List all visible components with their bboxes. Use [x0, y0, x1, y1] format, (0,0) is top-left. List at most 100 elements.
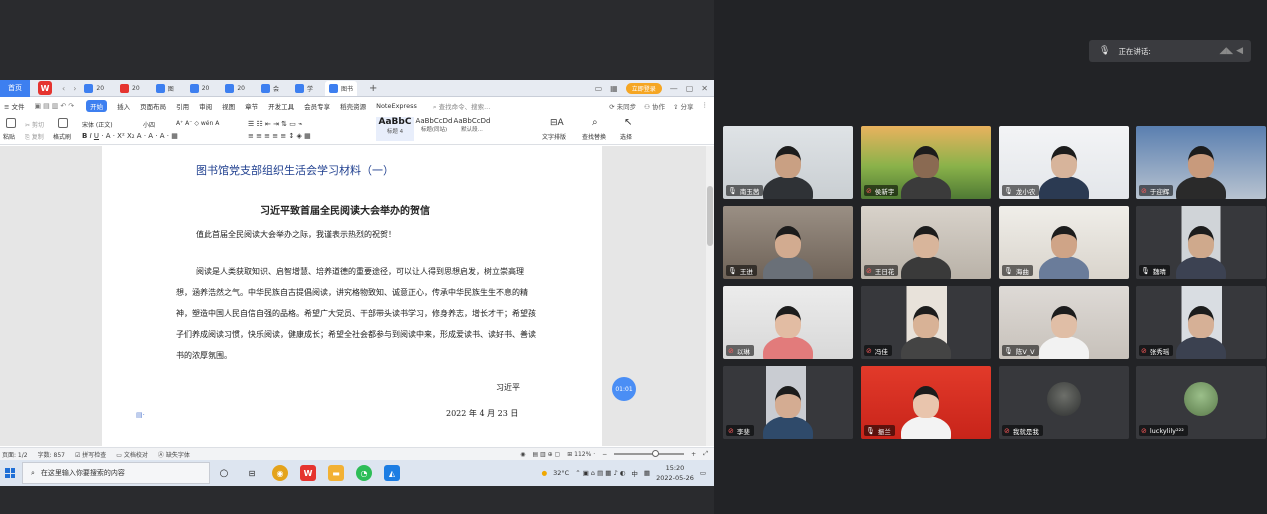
text-format-buttons[interactable]: B I U · A · X² X₂ A · A · A · ▦ [82, 132, 178, 140]
doc-tab-active[interactable]: 图书 [325, 80, 358, 96]
participant-tile[interactable]: 🎙 龙小农 [999, 126, 1129, 199]
paragraph-handle-icon[interactable]: ▤· [136, 411, 145, 419]
menu-page-layout[interactable]: 页面布局 [140, 101, 166, 111]
participant-tile[interactable]: ⊘ luckylily²²² [1136, 366, 1266, 439]
doc-tab[interactable]: 图 [152, 81, 178, 96]
list-buttons[interactable]: ☰ ☷ ⇤ ⇥ ⇅ ▭ ⌁ [248, 120, 302, 128]
font-size-select[interactable]: 小四 [143, 120, 155, 129]
spell-check[interactable]: ☑ 拼写检查 [75, 450, 106, 459]
menu-home[interactable]: 开始 [86, 100, 108, 112]
more-icon[interactable]: ⋮ [702, 101, 709, 111]
share-button[interactable]: ⇪ 分享 [673, 101, 694, 111]
wechat-icon[interactable]: ◔ [356, 465, 372, 481]
participant-tile[interactable]: ⊘ 我就是我 [999, 366, 1129, 439]
zoom-level[interactable]: ⊞ 112% · [567, 451, 595, 458]
menu-view[interactable]: 视图 [222, 101, 235, 111]
menu-review[interactable]: 审阅 [199, 101, 212, 111]
participant-tile[interactable]: ⊘ 冯佳 [861, 286, 991, 359]
chrome-icon[interactable]: ◉ [272, 465, 288, 481]
participant-tile[interactable]: ⊘ 侯新宇 [861, 126, 991, 199]
text-layout-label[interactable]: 文字排版 [542, 132, 566, 141]
maximize-icon[interactable]: ▢ [686, 84, 694, 93]
style-default[interactable]: AaBbCcDd 默认段... [453, 117, 491, 141]
participant-tile[interactable]: 🎙 海曲 [999, 206, 1129, 279]
zoom-knob[interactable] [652, 450, 660, 457]
timer-badge[interactable]: 01:01 [612, 377, 636, 401]
participant-tile[interactable]: 🎙 振兰 [861, 366, 991, 439]
zoom-out-icon[interactable]: − [602, 451, 607, 458]
participant-tile[interactable]: 🎙 王进 [723, 206, 853, 279]
collaborate-button[interactable]: ⚇ 协作 [644, 101, 665, 111]
participant-tile[interactable]: 🎙 魏晴 [1136, 206, 1266, 279]
missing-font[interactable]: Ⓐ 缺失字体 [158, 450, 190, 459]
doc-tab[interactable]: 20 [80, 81, 108, 96]
command-search[interactable]: ⌕ 查找命令、搜索... [433, 101, 490, 112]
tray-icons[interactable]: ⌃ ▣ ⌂ ▤ ▦ ♪ ◐ [575, 469, 625, 477]
doc-tab[interactable]: 20 [186, 81, 214, 96]
format-painter-label[interactable]: 格式刷 [53, 132, 71, 141]
close-icon[interactable]: ✕ [701, 84, 708, 93]
minimize-icon[interactable]: — [670, 84, 678, 93]
layout-icon[interactable]: ▭ [595, 84, 603, 93]
select-label[interactable]: 选择 [620, 132, 632, 141]
doc-proofread[interactable]: ▭ 文档校对 [116, 450, 148, 459]
eye-icon[interactable]: ◉ [520, 451, 525, 458]
back-arrow-icon[interactable]: ‹ [62, 84, 65, 93]
wps-logo-icon[interactable]: W [38, 81, 52, 95]
file-explorer-icon[interactable]: ▬ [328, 465, 344, 481]
multitask-icon[interactable]: ⊟ [244, 465, 260, 481]
system-clock[interactable]: 15:20 2022-05-26 [656, 463, 694, 483]
grid-icon[interactable]: ▦ [610, 84, 618, 93]
menu-member[interactable]: 会员专享 [304, 101, 330, 111]
sync-status[interactable]: ⟳ 未同步 [609, 101, 636, 111]
font-size-buttons[interactable]: A⁺ A⁻ ◇ wén A [176, 120, 219, 127]
taskbar-search-input[interactable]: ⌕ 在这里输入你要搜索的内容 [22, 462, 210, 484]
participant-tile[interactable]: ⊘ 张秀瑶 [1136, 286, 1266, 359]
ime-icon[interactable]: ▦ [644, 469, 650, 477]
meeting-app-icon[interactable]: ◭ [384, 465, 400, 481]
menu-insert[interactable]: 插入 [117, 101, 130, 111]
scroll-thumb[interactable] [707, 186, 713, 246]
participant-tile[interactable]: ⊘ 以琳 [723, 286, 853, 359]
view-mode-icons[interactable]: ▤ ▥ ⊕ ▢ [532, 451, 560, 458]
font-name-select[interactable]: 宋体 (正文) [82, 120, 113, 129]
vertical-scrollbar[interactable] [706, 146, 714, 446]
fullscreen-icon[interactable]: ⤢ [703, 450, 708, 458]
quick-access-icons[interactable]: ▣▤▥↶↷ [35, 102, 77, 110]
zoom-slider[interactable] [614, 450, 685, 457]
copy-button[interactable]: ⎘ 复制 [25, 132, 44, 142]
paste-label[interactable]: 粘贴 [3, 132, 15, 141]
text-layout-icon[interactable]: ⊟A [550, 118, 564, 128]
style-heading4[interactable]: AaBbC 标题 4 [376, 117, 414, 141]
weather-temp[interactable]: 32°C [553, 469, 569, 477]
ime-indicator[interactable]: 中 [631, 468, 638, 478]
page-count[interactable]: 页面: 1/2 [2, 450, 28, 459]
doc-tab[interactable]: 20 [221, 81, 249, 96]
participant-tile[interactable]: 🎙 南玉茜 [723, 126, 853, 199]
forward-arrow-icon[interactable]: › [73, 84, 76, 93]
find-icon[interactable]: ⌕ [592, 117, 598, 128]
find-replace-label[interactable]: 查找替换 [582, 132, 606, 141]
paste-icon[interactable] [6, 118, 16, 128]
menu-developer[interactable]: 开发工具 [268, 101, 294, 111]
wps-icon[interactable]: W [300, 465, 316, 481]
login-button[interactable]: 立即登录 [625, 82, 662, 94]
task-view-icon[interactable]: ○ [216, 465, 232, 481]
participant-tile[interactable]: ⊘ 于迎辉 [1136, 126, 1266, 199]
menu-noteexpress[interactable]: NoteExpress [376, 102, 417, 110]
menu-references[interactable]: 引用 [176, 101, 189, 111]
document-area[interactable]: 图书馆党支部组织生活会学习材料（一） 习近平致首届全民阅读大会举办的贺信 值此首… [0, 146, 714, 446]
style-heading-same[interactable]: AaBbCcDd 标题(同站) [415, 117, 453, 141]
doc-tab[interactable]: 学 [291, 81, 317, 96]
menu-sections[interactable]: 章节 [245, 101, 258, 111]
menu-resources[interactable]: 稻壳资源 [340, 101, 366, 111]
weather-icon[interactable]: ● [541, 469, 547, 477]
file-menu[interactable]: ≡ 文件 [4, 101, 25, 111]
word-count[interactable]: 字数: 857 [38, 450, 65, 459]
participant-tile[interactable]: 🎙 陈V_V [999, 286, 1129, 359]
align-buttons[interactable]: ≡ ≡ ≡ ≡ ≡ ↕ ◈ ▦ [248, 132, 311, 140]
notification-icon[interactable]: ▭ [700, 469, 706, 477]
new-tab-icon[interactable]: + [369, 83, 377, 94]
cut-button[interactable]: ✂ 剪切 [25, 120, 44, 129]
doc-tab[interactable]: 20 [116, 81, 144, 96]
